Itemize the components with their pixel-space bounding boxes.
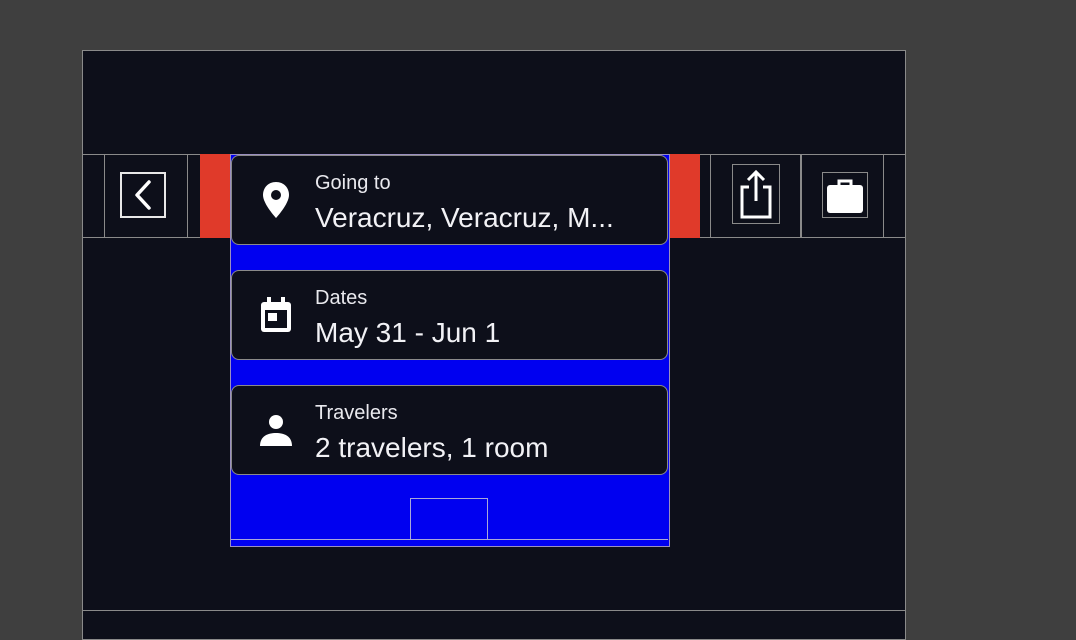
travelers-label: Travelers [315, 402, 398, 424]
calendar-icon [256, 295, 296, 335]
briefcase-icon [827, 179, 863, 213]
dates-label: Dates [315, 287, 368, 309]
highlight-right [670, 154, 700, 238]
travelers-field[interactable]: Travelers 2 travelers, 1 room [231, 385, 668, 475]
panel-divider [231, 539, 668, 540]
travelers-value: 2 travelers, 1 room [315, 432, 549, 463]
destination-label: Going to [315, 172, 391, 194]
panel-handle[interactable] [410, 498, 488, 540]
share-button[interactable] [732, 164, 780, 224]
highlight-left [200, 154, 230, 238]
back-button[interactable] [120, 172, 166, 218]
person-icon [256, 410, 296, 450]
dates-value: May 31 - Jun 1 [315, 317, 501, 348]
destination-field[interactable]: Going to Veracruz, Veracruz, M... [231, 155, 668, 245]
share-icon [740, 169, 772, 219]
dates-field[interactable]: Dates May 31 - Jun 1 [231, 270, 668, 360]
divider [82, 610, 906, 611]
location-pin-icon [256, 180, 296, 220]
destination-value: Veracruz, Veracruz, M... [315, 202, 614, 233]
chevron-left-icon [135, 180, 151, 210]
trips-button[interactable] [822, 172, 868, 218]
